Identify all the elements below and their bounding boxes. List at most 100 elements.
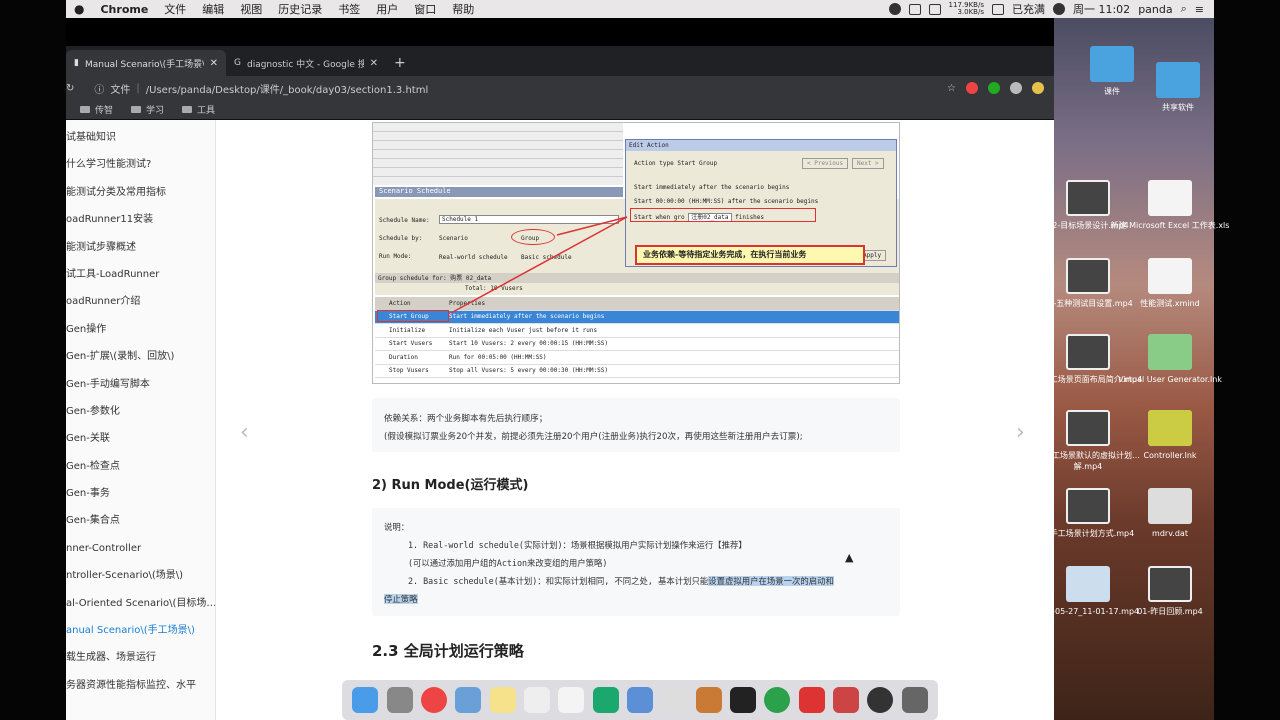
wifi-icon[interactable] [1052,3,1065,15]
chrome-icon[interactable] [420,687,447,713]
sidebar-item[interactable]: Gen操作 [66,316,215,343]
status-box-icon[interactable] [928,3,941,15]
sidebar-item[interactable]: oadRunner介绍 [66,288,215,315]
keynote-icon[interactable] [626,687,653,713]
video-thumbnail-icon [1066,180,1110,216]
mpeg-file-icon [1066,566,1110,602]
menu-users[interactable]: 用户 [376,1,398,17]
note-line: (假设模拟订票业务20个并发，前提必须先注册20个用户(注册业务)执行20次，再… [384,432,803,442]
profile-avatar[interactable] [1010,82,1022,94]
apple-icon[interactable]: ● [74,2,84,16]
launchpad-icon[interactable] [386,687,413,713]
sidebar-item[interactable]: 能测试分类及常用指标 [66,179,215,206]
desktop-file[interactable]: mdrv.dat [1110,488,1230,539]
sidebar-item[interactable]: Gen-参数化 [66,398,215,425]
menu-view[interactable]: 视图 [240,1,262,17]
reload-icon[interactable]: ↻ [66,83,74,94]
finder-icon[interactable] [352,687,379,713]
preview-icon[interactable] [455,687,482,713]
desktop-file[interactable]: 新建 Microsoft Excel 工作表.xls [1110,180,1230,231]
extension-icon[interactable] [966,82,978,94]
menu-window[interactable]: 窗口 [414,1,436,17]
sidebar-item[interactable]: ntroller-Scenario\(场景\) [66,562,215,589]
mac-menubar: ● Chrome 文件 编辑 视图 历史记录 书签 用户 窗口 帮助 117.9… [66,0,1214,18]
sidebar-item[interactable]: 什么学习性能测试? [66,151,215,178]
menu-edit[interactable]: 编辑 [202,1,224,17]
prev-page-icon[interactable]: ‹ [240,420,249,445]
terminal-icon[interactable] [729,687,756,713]
desktop-file[interactable]: Controller.lnk [1110,410,1230,461]
menu-bookmarks[interactable]: 书签 [338,1,360,17]
bookmark-folder[interactable]: 传智 [80,103,113,116]
video-file-icon [1148,488,1192,524]
arrow-line [556,216,628,236]
battery-icon[interactable] [991,3,1004,15]
pycharm-icon[interactable] [592,687,619,713]
close-icon[interactable]: ✕ [210,58,218,69]
sidebar-item[interactable]: Gen-检查点 [66,453,215,480]
tab-manual-scenario[interactable]: ▮ Manual Scenario\(手工场景\) | … ✕ [66,50,226,76]
address-bar[interactable]: ⓘ 文件 | /Users/panda/Desktop/课件/_book/day… [94,81,947,96]
desktop-file[interactable]: Virtual User Generator.lnk [1110,334,1230,385]
spotlight-icon[interactable]: ⌕ [1181,2,1187,16]
menu-list-icon[interactable]: ≡ [1195,3,1204,16]
sidebar-item[interactable]: 试工具-LoadRunner [66,261,215,288]
sidebar-item[interactable]: Gen-集合点 [66,507,215,534]
tab-strip: ▮ Manual Scenario\(手工场景\) | … ✕ G diagno… [66,46,1054,76]
sidebar-item[interactable]: Gen-关联 [66,425,215,452]
sidebar-item-active[interactable]: anual Scenario\(手工场景\) [66,617,215,644]
menu-app-name[interactable]: Chrome [100,3,148,16]
menu-file[interactable]: 文件 [164,1,186,17]
sidebar-item[interactable]: 试基础知识 [66,124,215,151]
xmind-icon[interactable] [798,687,825,713]
sidebar-item[interactable]: oadRunner11安装 [66,206,215,233]
textedit-icon[interactable] [558,687,585,713]
dock [342,680,938,720]
desktop-file[interactable]: 性能测试.xmind [1110,258,1230,309]
clock[interactable]: 周一 11:02 [1073,1,1130,17]
status-icon[interactable] [888,3,901,15]
obs-icon[interactable] [867,687,894,713]
notes-icon[interactable] [489,687,516,713]
pages-icon[interactable] [661,687,688,713]
section-heading: 2.3 全局计划运行策略 [372,642,524,660]
sidebar-item[interactable]: nner-Controller [66,535,215,562]
xmind-file-icon [1148,258,1192,294]
sidebar-item[interactable]: 务器资源性能指标监控、水平 [66,672,215,699]
menu-icon[interactable] [1032,82,1044,94]
sidebar-item[interactable]: 能测试步骤概述 [66,234,215,261]
status-box-icon[interactable] [908,3,921,15]
desktop-folder[interactable]: 共享软件 [1118,62,1238,113]
separator: | [136,82,140,94]
parallels-icon[interactable] [832,687,859,713]
note-line: 依赖关系：两个业务脚本有先后执行顺序； [384,414,548,424]
desktop-item-label: 新建 Microsoft Excel 工作表.xls [1110,221,1230,230]
bookmark-folder[interactable]: 工具 [182,103,215,116]
sidebar-item[interactable]: Gen-扩展\(录制、回放\) [66,343,215,370]
next-page-icon[interactable]: › [1016,420,1025,445]
star-icon[interactable]: ☆ [947,83,956,94]
video-thumbnail-icon [1066,410,1110,446]
close-icon[interactable]: ✕ [370,58,378,69]
desktop-file[interactable]: 01-昨日回顾.mp4 [1110,566,1230,617]
menu-history[interactable]: 历史记录 [278,1,322,17]
bookmark-folder[interactable]: 学习 [131,103,164,116]
sidebar-item[interactable]: Gen-手动编写脚本 [66,371,215,398]
sidebar-item[interactable]: Gen-事务 [66,480,215,507]
video-thumbnail-icon [1066,334,1110,370]
user-name[interactable]: panda [1138,3,1172,16]
tab-google-search[interactable]: G diagnostic 中文 - Google 搜索 ✕ [226,50,386,76]
menu-help[interactable]: 帮助 [452,1,474,17]
google-icon: G [234,58,241,68]
video-thumbnail-icon [1066,488,1110,524]
sidebar-item[interactable]: al-Oriented Scenario\(目标场… [66,590,215,617]
note-line: 说明： [384,522,410,532]
new-tab-icon[interactable]: + [394,55,406,71]
reminders-icon[interactable] [523,687,550,713]
battery-status[interactable]: 已充满 [1012,1,1045,17]
evernote-icon[interactable] [988,82,1000,94]
evernote-icon[interactable] [764,687,791,713]
sidebar-item[interactable]: 载生成器、场景运行 [66,644,215,671]
trash-icon[interactable] [901,687,928,713]
sublime-icon[interactable] [695,687,722,713]
